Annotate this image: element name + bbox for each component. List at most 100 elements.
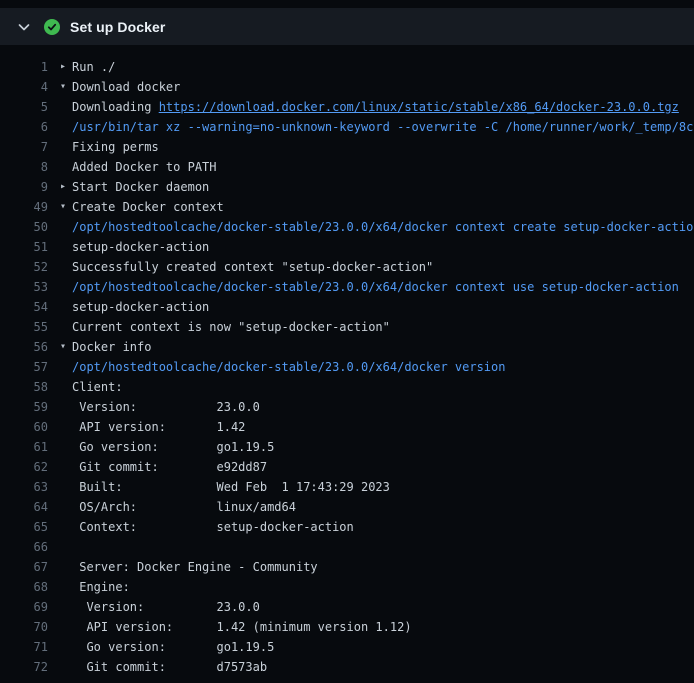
line-number[interactable]: 54 [0,297,48,317]
log-plain-text: Version: 23.0.0 [72,400,260,414]
log-line: 54 setup-docker-action [0,297,694,317]
line-number[interactable]: 6 [0,117,48,137]
log-line: 61 Go version: go1.19.5 [0,437,694,457]
log-plain-text: Create Docker context [72,200,224,214]
line-number[interactable]: 71 [0,637,48,657]
line-number[interactable]: 52 [0,257,48,277]
log-plain-text: Version: 23.0.0 [72,600,260,614]
line-number[interactable]: 72 [0,657,48,677]
arrow-spacer [60,497,72,517]
arrow-spacer [60,237,72,257]
chevron-down-icon[interactable] [16,19,32,35]
line-number[interactable]: 9 [0,177,48,197]
log-line[interactable]: 4 ▾Download docker [0,77,694,97]
log-plain-text: Git commit: d7573ab [72,660,267,674]
line-number[interactable]: 60 [0,417,48,437]
line-number[interactable]: 63 [0,477,48,497]
log-plain-text: Added Docker to PATH [72,160,217,174]
line-number[interactable]: 8 [0,157,48,177]
log-text: Go version: go1.19.5 [72,437,694,457]
log-plain-text: Download docker [72,80,180,94]
line-number[interactable]: 57 [0,357,48,377]
log-text: Git commit: e92dd87 [72,457,694,477]
log-text: Git commit: d7573ab [72,657,694,677]
log-text: Create Docker context [72,197,694,217]
arrow-spacer [60,537,72,557]
log-plain-text: API version: 1.42 [72,420,245,434]
arrow-spacer [60,657,72,677]
log-text: Current context is now "setup-docker-act… [72,317,694,337]
arrow-spacer [60,357,72,377]
line-number[interactable]: 66 [0,537,48,557]
arrow-spacer [60,397,72,417]
log-line[interactable]: 1 ▸Run ./ [0,57,694,77]
arrow-spacer [60,277,72,297]
line-number[interactable]: 70 [0,617,48,637]
log-line: 67 Server: Docker Engine - Community [0,557,694,577]
line-number[interactable]: 1 [0,57,48,77]
line-number[interactable]: 53 [0,277,48,297]
arrow-spacer [60,377,72,397]
line-number[interactable]: 50 [0,217,48,237]
line-number[interactable]: 67 [0,557,48,577]
line-number[interactable]: 58 [0,377,48,397]
log-line: 60 API version: 1.42 [0,417,694,437]
triangle-right-icon[interactable]: ▸ [60,57,72,77]
log-line[interactable]: 56 ▾Docker info [0,337,694,357]
log-line: 66 [0,537,694,557]
log-line[interactable]: 9▸Start Docker daemon [0,177,694,197]
log-text: Added Docker to PATH [72,157,694,177]
arrow-spacer [60,97,72,117]
log-line: 51 setup-docker-action [0,237,694,257]
line-number[interactable]: 59 [0,397,48,417]
log-line: 55 Current context is now "setup-docker-a… [0,317,694,337]
line-number[interactable]: 51 [0,237,48,257]
line-number[interactable]: 5 [0,97,48,117]
log-line: 50/opt/hostedtoolcache/docker-stable/23.… [0,217,694,237]
triangle-down-icon[interactable]: ▾ [60,77,72,97]
line-number[interactable]: 65 [0,517,48,537]
log-command-text: /opt/hostedtoolcache/docker-stable/23.0.… [72,280,679,294]
log-line: 57/opt/hostedtoolcache/docker-stable/23.… [0,357,694,377]
log-plain-text: OS/Arch: linux/amd64 [72,500,296,514]
line-number[interactable]: 7 [0,137,48,157]
log-text: OS/Arch: linux/amd64 [72,497,694,517]
log-text: Server: Docker Engine - Community [72,557,694,577]
log-line: 69 Version: 23.0.0 [0,597,694,617]
log-line[interactable]: 49 ▾Create Docker context [0,197,694,217]
line-number[interactable]: 64 [0,497,48,517]
log-text: Context: setup-docker-action [72,517,694,537]
arrow-spacer [60,217,72,237]
line-number[interactable]: 55 [0,317,48,337]
log-text: setup-docker-action [72,297,694,317]
triangle-down-icon[interactable]: ▾ [60,337,72,357]
arrow-spacer [60,317,72,337]
log-plain-text: Current context is now "setup-docker-act… [72,320,390,334]
line-number[interactable]: 68 [0,577,48,597]
step-header[interactable]: Set up Docker [0,8,694,45]
line-number[interactable]: 62 [0,457,48,477]
log-text: Docker info [72,337,694,357]
log-lines: 1▸Run ./4▾Download docker5Downloading ht… [0,57,694,677]
log-command-text: /opt/hostedtoolcache/docker-stable/23.0.… [72,360,505,374]
log-line: 68 Engine: [0,577,694,597]
triangle-right-icon[interactable]: ▸ [60,177,72,197]
line-number[interactable]: 61 [0,437,48,457]
line-number[interactable]: 49 [0,197,48,217]
log-plain-text: Downloading [72,100,159,114]
arrow-spacer [60,457,72,477]
log-link[interactable]: https://download.docker.com/linux/static… [159,100,679,114]
log-text [72,537,694,557]
line-number[interactable]: 4 [0,77,48,97]
arrow-spacer [60,477,72,497]
line-number[interactable]: 69 [0,597,48,617]
log-line: 63 Built: Wed Feb 1 17:43:29 2023 [0,477,694,497]
log-plain-text: Git commit: e92dd87 [72,460,267,474]
log-plain-text: Go version: go1.19.5 [72,640,274,654]
log-plain-text: Run ./ [72,60,115,74]
log-plain-text: setup-docker-action [72,240,209,254]
line-number[interactable]: 56 [0,337,48,357]
log-text: API version: 1.42 (minimum version 1.12) [72,617,694,637]
arrow-spacer [60,517,72,537]
triangle-down-icon[interactable]: ▾ [60,197,72,217]
